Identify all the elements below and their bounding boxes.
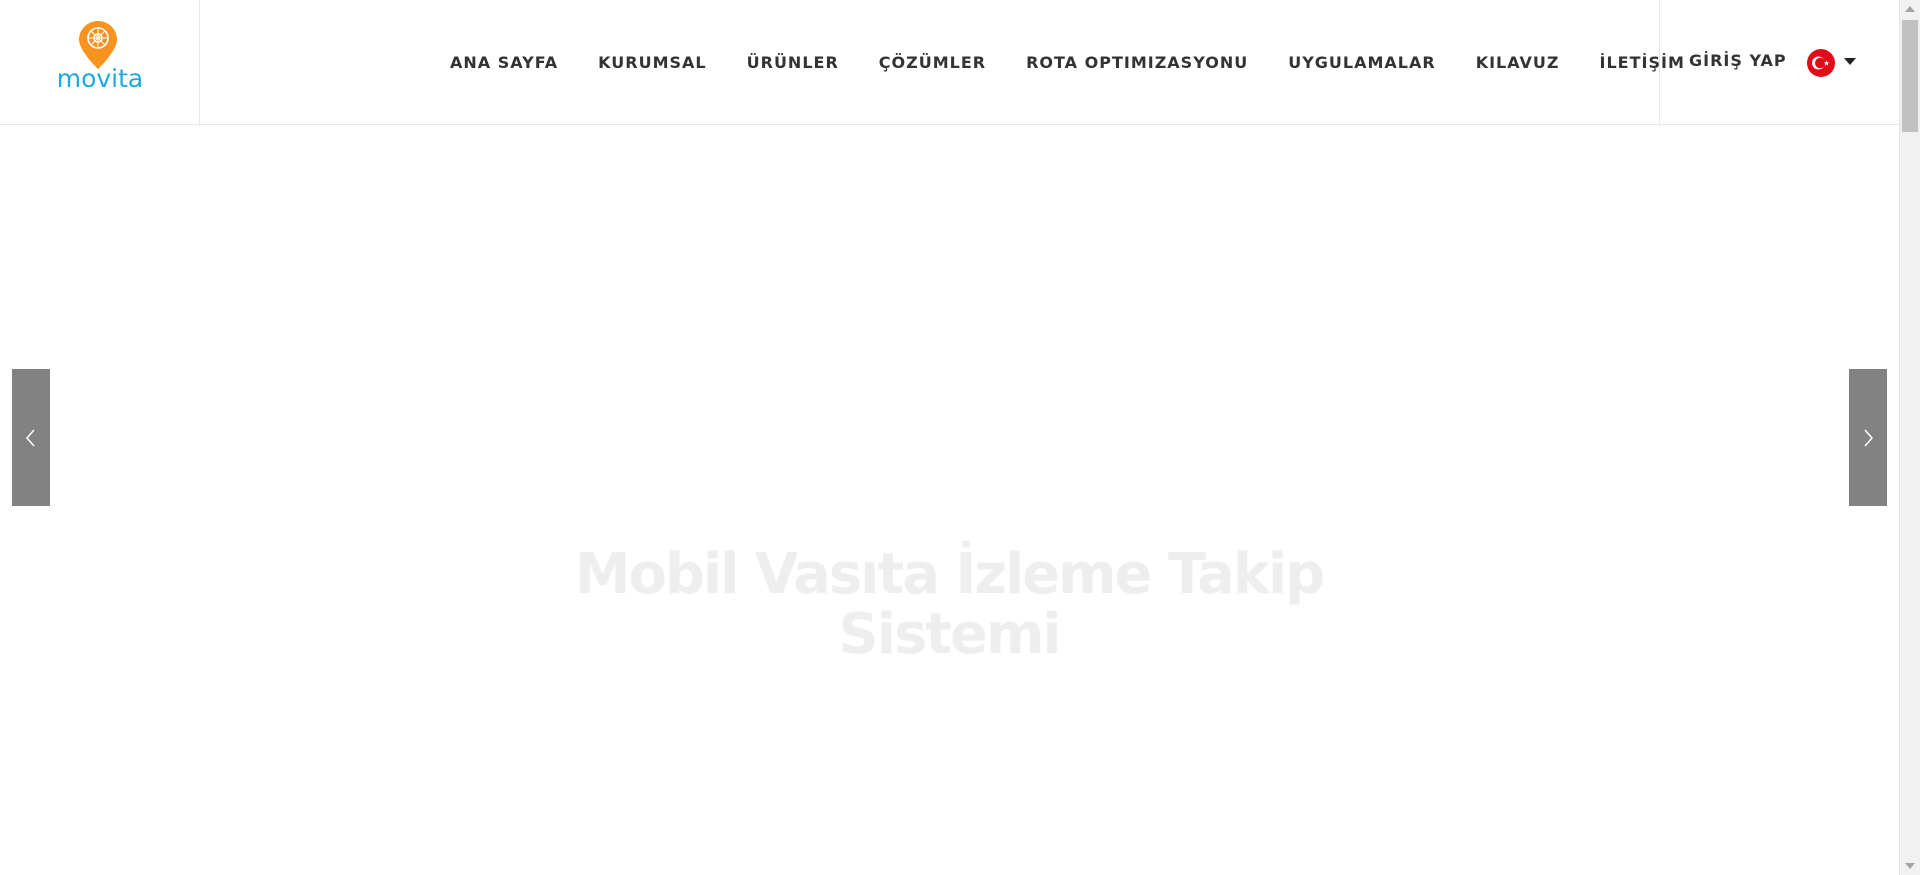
scroll-down-arrow-icon[interactable] [1905, 863, 1915, 869]
scroll-up-arrow-icon[interactable] [1905, 6, 1915, 12]
nav-item-rota-optimizasyonu[interactable]: ROTA OPTIMIZASYONU [1026, 53, 1248, 72]
caret-down-icon [1844, 58, 1856, 65]
slide-headline-line-2: Sistemi [838, 602, 1061, 667]
nav-item-ana-sayfa[interactable]: ANA SAYFA [450, 53, 558, 72]
nav-item-kilavuz[interactable]: KILAVUZ [1476, 53, 1560, 72]
slider-prev-button[interactable] [12, 369, 50, 506]
chevron-left-icon [26, 429, 35, 447]
location-pin-logo-icon [79, 21, 117, 69]
scrollbar-thumb[interactable] [1902, 20, 1918, 132]
language-selector[interactable] [1806, 48, 1866, 78]
main-nav: ANA SAYFA KURUMSAL ÜRÜNLER ÇÖZÜMLER ROTA… [450, 0, 1685, 124]
header-actions: GİRİŞ YAP [1659, 0, 1899, 124]
nav-item-kurumsal[interactable]: KURUMSAL [598, 53, 706, 72]
turkey-flag-icon [1807, 49, 1835, 77]
chevron-right-icon [1864, 429, 1873, 447]
slider-next-button[interactable] [1849, 369, 1887, 506]
nav-item-urunler[interactable]: ÜRÜNLER [747, 53, 839, 72]
vertical-scrollbar[interactable] [1899, 0, 1920, 875]
slide-headline: Mobil Vasıta İzleme Takip Sistemi [449, 545, 1449, 665]
nav-item-uygulamalar[interactable]: UYGULAMALAR [1288, 53, 1435, 72]
logo-link[interactable]: movita [0, 0, 200, 124]
login-link[interactable]: GİRİŞ YAP [1689, 51, 1787, 70]
site-header: movita ANA SAYFA KURUMSAL ÜRÜNLER ÇÖZÜML… [0, 0, 1899, 125]
logo-wordmark: movita [56, 64, 144, 93]
hero-slider: Mobil Vasıta İzleme Takip Sistemi [0, 125, 1899, 875]
page: movita ANA SAYFA KURUMSAL ÜRÜNLER ÇÖZÜML… [0, 0, 1920, 875]
slide-headline-line-1: Mobil Vasıta İzleme Takip [574, 542, 1326, 607]
nav-item-cozumler[interactable]: ÇÖZÜMLER [879, 53, 986, 72]
